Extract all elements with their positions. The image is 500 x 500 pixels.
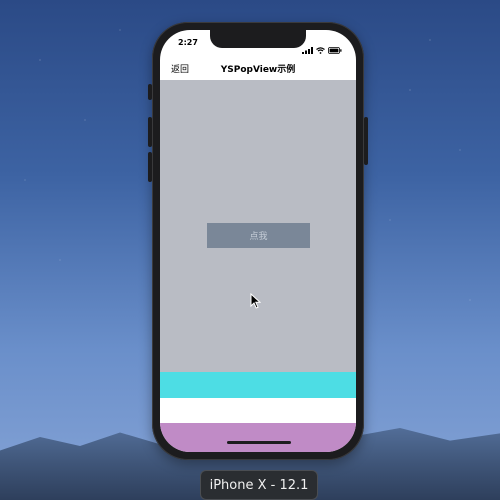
battery-icon: [328, 39, 342, 58]
tap-me-button[interactable]: 点我: [207, 223, 310, 248]
volume-up-button: [148, 117, 152, 147]
status-icons: [302, 39, 342, 58]
navigation-bar: 返回 YSPopView示例: [160, 58, 356, 80]
notch: [210, 30, 306, 48]
simulator-device-label: iPhone X - 12.1: [200, 470, 318, 500]
status-time: 2:27: [178, 38, 198, 47]
popup-band-cyan: [160, 372, 356, 398]
wifi-icon: [316, 39, 325, 58]
home-indicator: [227, 441, 291, 444]
page-title: YSPopView示例: [220, 65, 296, 75]
cursor-icon: [250, 292, 262, 313]
phone-screen: 2:27 返回 YSPopView示例 点我: [160, 30, 356, 452]
popup-band-purple: [160, 423, 356, 452]
popup-band-white: [160, 398, 356, 423]
volume-down-button: [148, 152, 152, 182]
power-button: [364, 117, 368, 165]
mute-switch: [148, 84, 152, 100]
iphone-frame: 2:27 返回 YSPopView示例 点我: [148, 22, 368, 460]
signal-icon: [302, 39, 313, 58]
